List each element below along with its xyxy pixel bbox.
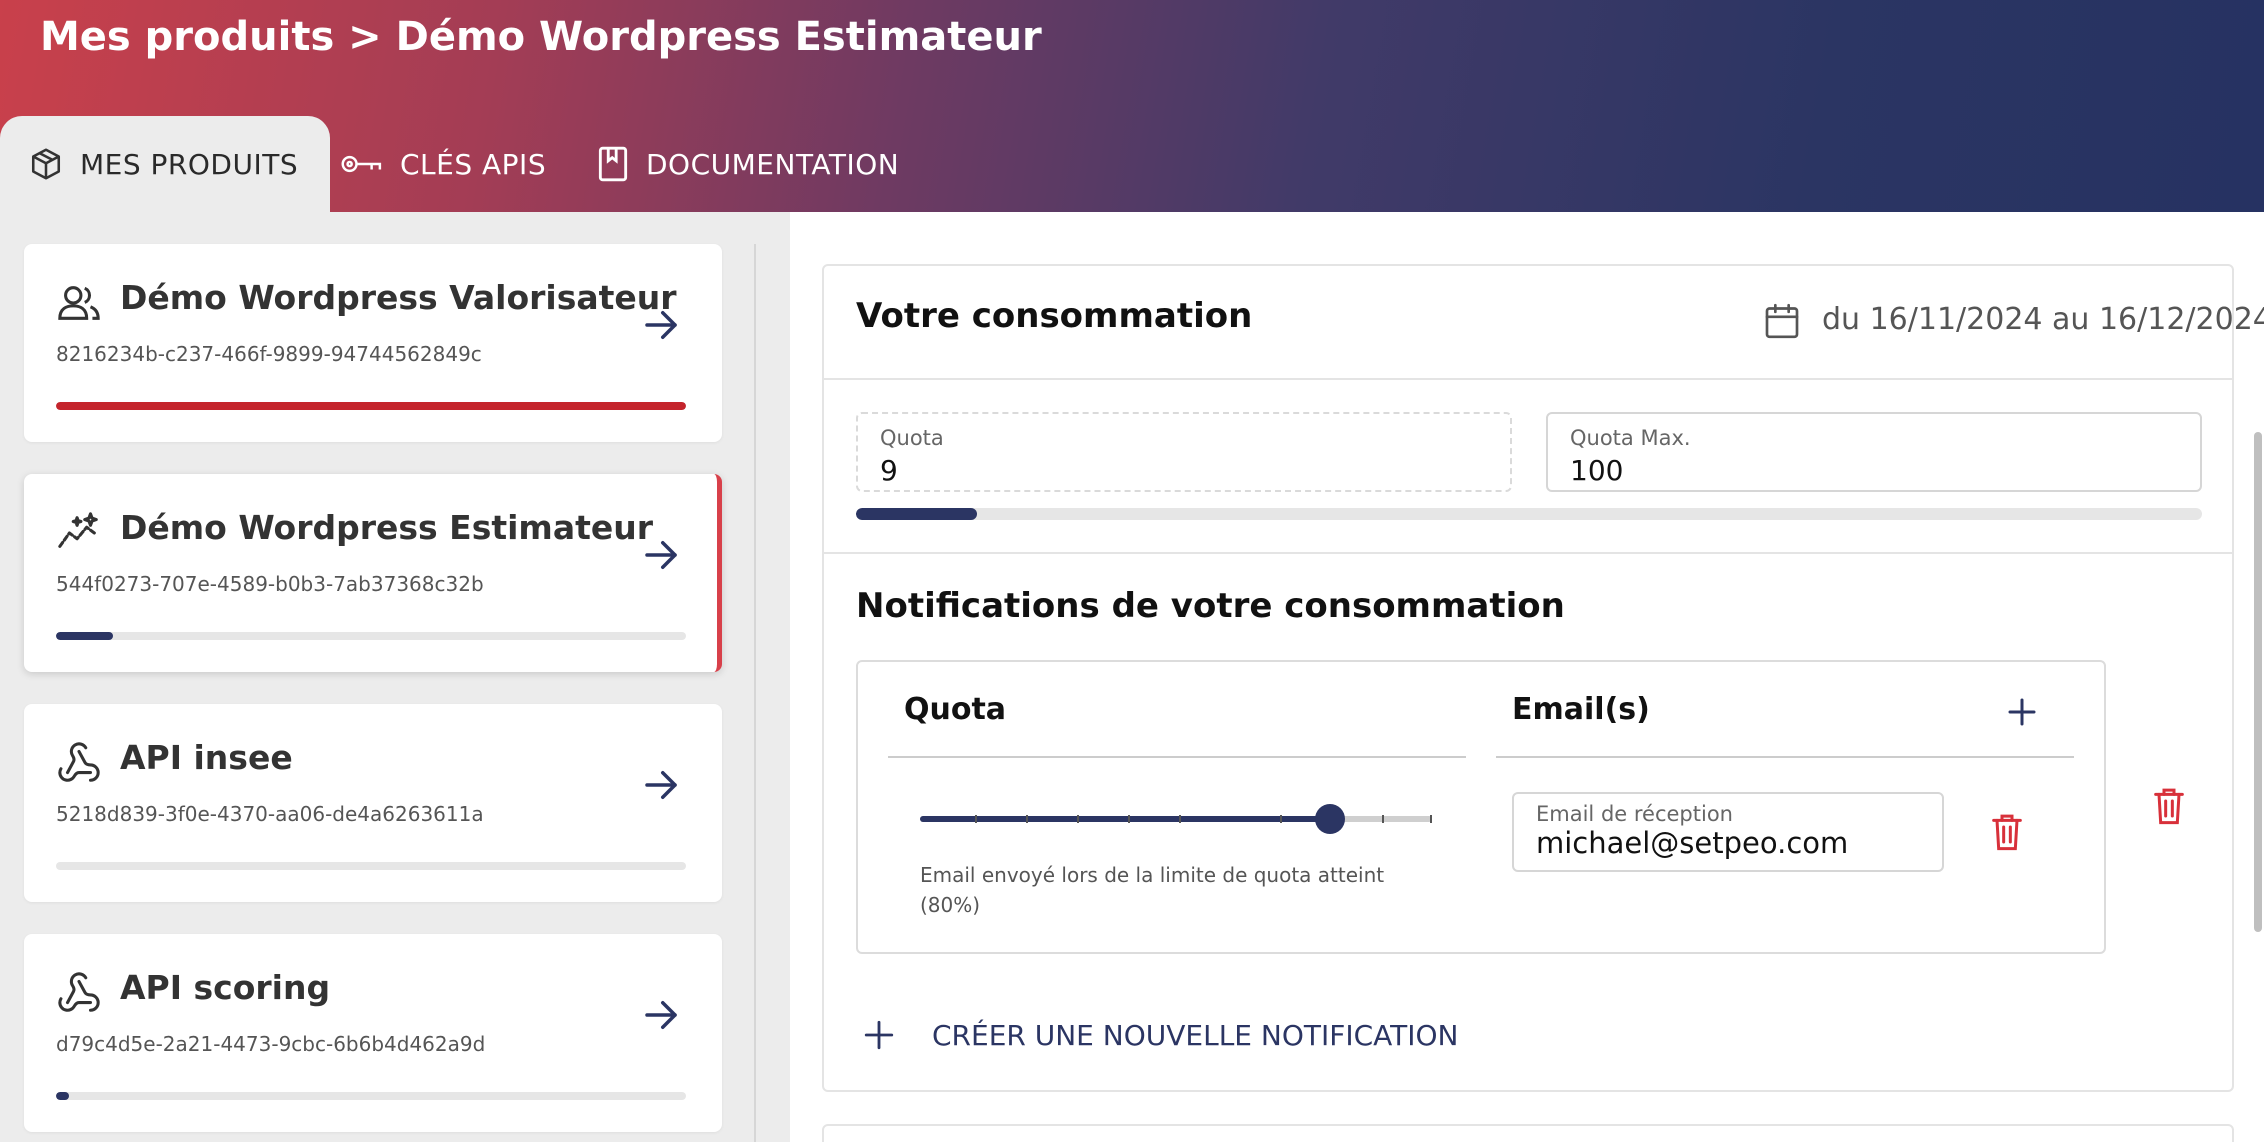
- arrow-right-icon[interactable]: [640, 304, 682, 346]
- scrollbar[interactable]: [2254, 432, 2262, 932]
- product-name: Démo Wordpress Valorisateur: [120, 278, 677, 317]
- quota-slider-thumb[interactable]: [1314, 804, 1345, 834]
- divider: [822, 552, 2234, 554]
- usage-bar: [56, 402, 686, 410]
- book-icon: [598, 146, 628, 182]
- product-name: API scoring: [120, 968, 331, 1007]
- usage-bar: [56, 632, 686, 640]
- email-value: michael@setpeo.com: [1536, 826, 1849, 860]
- quota-progress-bar: [856, 508, 2202, 520]
- column-divider: [1496, 756, 2074, 758]
- usage-bar: [56, 1092, 686, 1100]
- product-id: d79c4d5e-2a21-4473-9cbc-6b6b4d462a9d: [56, 1032, 486, 1056]
- slider-tick: [1026, 815, 1028, 823]
- slider-tick: [1280, 815, 1282, 823]
- product-name: API insee: [120, 738, 293, 777]
- consumption-title: Votre consommation: [856, 296, 1253, 336]
- arrow-right-icon[interactable]: [640, 534, 682, 576]
- email-label: Email de réception: [1536, 802, 1733, 826]
- usage-bar-fill: [56, 402, 686, 410]
- notifications-title: Notifications de votre consommation: [856, 586, 1565, 626]
- calendar-icon: [1765, 303, 1799, 339]
- slider-tick: [1430, 815, 1432, 823]
- webhook-icon: [58, 742, 100, 782]
- tab-label: CLÉS APIS: [400, 147, 547, 181]
- product-name: Démo Wordpress Estimateur: [120, 508, 654, 547]
- plus-icon: [864, 1020, 894, 1050]
- slider-tick: [1128, 815, 1130, 823]
- page-title: Mes produits > Démo Wordpress Estimateur: [40, 14, 1042, 60]
- quota-progress-fill: [856, 508, 978, 520]
- sidebar-divider: [754, 244, 756, 1142]
- create-notification-button[interactable]: CRÉER UNE NOUVELLE NOTIFICATION: [862, 1018, 1458, 1052]
- tab-label: MES PRODUITS: [80, 147, 299, 181]
- column-header-emails: Email(s): [1512, 692, 1650, 727]
- trash-icon[interactable]: [2152, 786, 2186, 826]
- usage-bar-fill: [56, 1092, 69, 1100]
- product-card-estimateur[interactable]: Démo Wordpress Estimateur 544f0273-707e-…: [24, 474, 722, 672]
- column-divider: [888, 756, 1466, 758]
- slider-tick: [1179, 815, 1181, 823]
- usage-bar: [56, 862, 686, 870]
- email-field[interactable]: Email de réception michael@setpeo.com: [1512, 792, 1944, 872]
- divider: [822, 378, 2234, 380]
- quota-max-label: Quota Max.: [1570, 426, 1691, 450]
- tab-documentation[interactable]: DOCUMENTATION: [596, 116, 899, 212]
- quota-value: 9: [880, 454, 898, 487]
- product-card-valorisateur[interactable]: Démo Wordpress Valorisateur 8216234b-c23…: [24, 244, 722, 442]
- tab-label: DOCUMENTATION: [646, 147, 900, 181]
- product-id: 5218d839-3f0e-4370-aa06-de4a6263611a: [56, 802, 484, 826]
- quota-max-field[interactable]: Quota Max. 100: [1546, 412, 2202, 492]
- product-card-api-scoring[interactable]: API scoring d79c4d5e-2a21-4473-9cbc-6b6b…: [24, 934, 722, 1132]
- arrow-right-icon[interactable]: [640, 764, 682, 806]
- webhook-icon: [58, 972, 100, 1012]
- quota-label: Quota: [880, 426, 944, 450]
- tab-cles-apis[interactable]: CLÉS APIS: [340, 116, 546, 212]
- slider-tick: [1382, 815, 1384, 823]
- quota-max-value: 100: [1570, 454, 1624, 487]
- product-card-api-insee[interactable]: API insee 5218d839-3f0e-4370-aa06-de4a62…: [24, 704, 722, 902]
- tab-mes-produits[interactable]: MES PRODUITS: [0, 116, 331, 212]
- date-range: du 16/11/2024 au 16/12/2024: [1822, 302, 2264, 337]
- quota-slider-fill: [920, 816, 1330, 822]
- quota-field: Quota 9: [856, 412, 1512, 492]
- slider-caption: Email envoyé lors de la limite de quota …: [920, 863, 1385, 917]
- product-id: 544f0273-707e-4589-b0b3-7ab37368c32b: [56, 572, 484, 596]
- slider-tick: [975, 815, 977, 823]
- package-icon: [31, 148, 61, 180]
- create-notification-label: CRÉER UNE NOUVELLE NOTIFICATION: [932, 1018, 1459, 1052]
- column-header-quota: Quota: [904, 692, 1007, 727]
- usage-bar-fill: [56, 632, 113, 640]
- arrow-right-icon[interactable]: [640, 994, 682, 1036]
- trash-icon[interactable]: [1990, 812, 2024, 852]
- slider-tick: [1077, 815, 1079, 823]
- product-id: 8216234b-c237-466f-9899-94744562849c: [56, 342, 482, 366]
- add-email-icon[interactable]: [2004, 694, 2040, 730]
- users-icon: [58, 286, 100, 320]
- key-icon: [341, 155, 382, 173]
- sparkle-chart-icon: [58, 512, 98, 548]
- next-card: [822, 1124, 2234, 1142]
